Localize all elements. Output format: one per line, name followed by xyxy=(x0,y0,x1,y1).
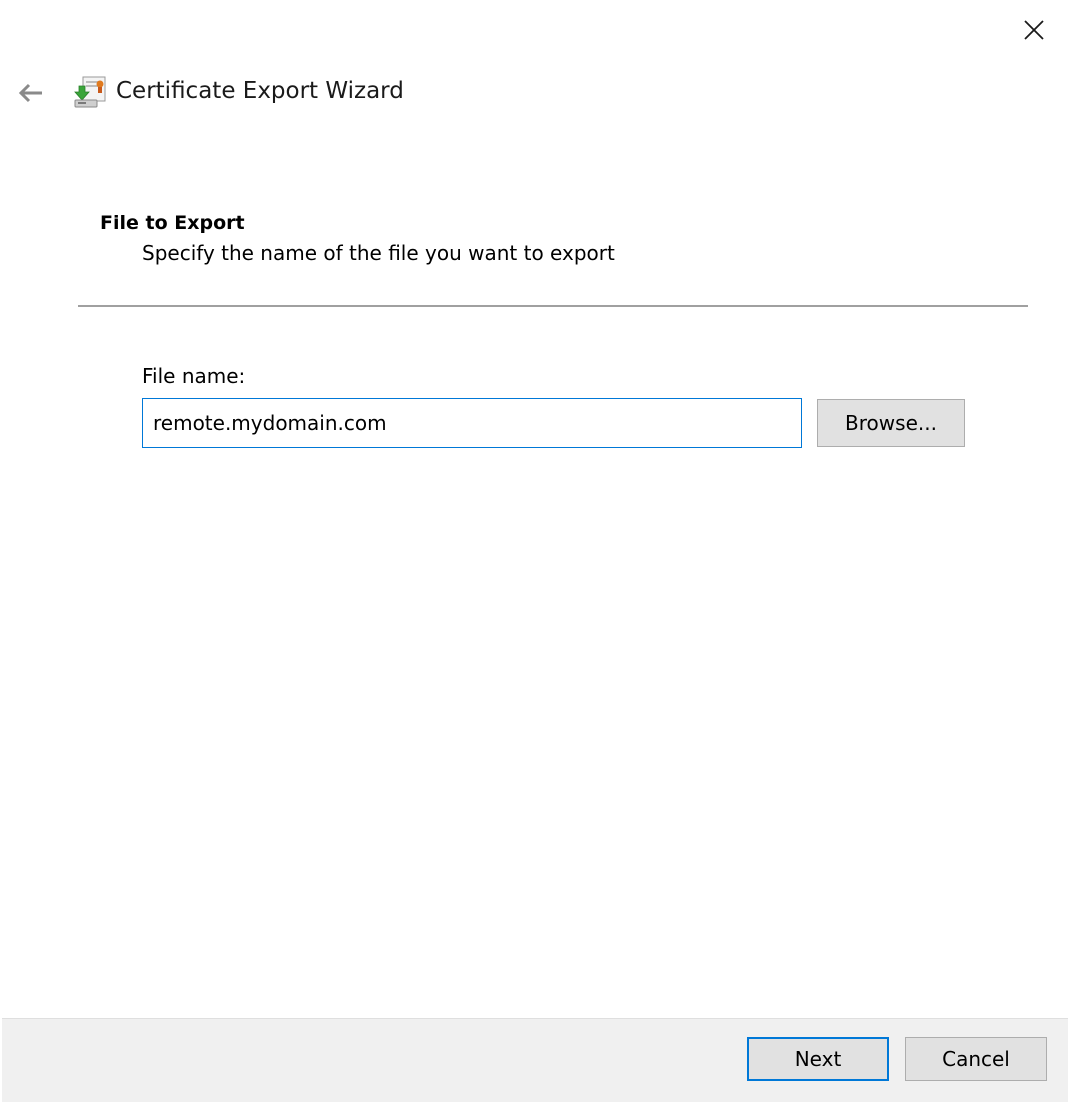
browse-button[interactable]: Browse... xyxy=(817,399,965,447)
certificate-export-wizard-window: Certificate Export Wizard File to Export… xyxy=(0,0,1070,1102)
certificate-wizard-icon xyxy=(72,74,108,110)
next-button[interactable]: Next xyxy=(747,1037,889,1081)
section-title: File to Export xyxy=(100,212,245,234)
file-name-input[interactable] xyxy=(142,398,802,448)
section-subtitle: Specify the name of the file you want to… xyxy=(142,241,615,265)
close-button[interactable] xyxy=(1012,10,1056,50)
back-arrow-icon xyxy=(18,83,42,103)
window-title: Certificate Export Wizard xyxy=(116,78,404,104)
back-button[interactable] xyxy=(12,74,50,112)
header-divider xyxy=(78,305,1028,307)
file-name-label: File name: xyxy=(142,364,246,388)
close-icon xyxy=(1024,20,1044,40)
cancel-button[interactable]: Cancel xyxy=(905,1037,1047,1081)
